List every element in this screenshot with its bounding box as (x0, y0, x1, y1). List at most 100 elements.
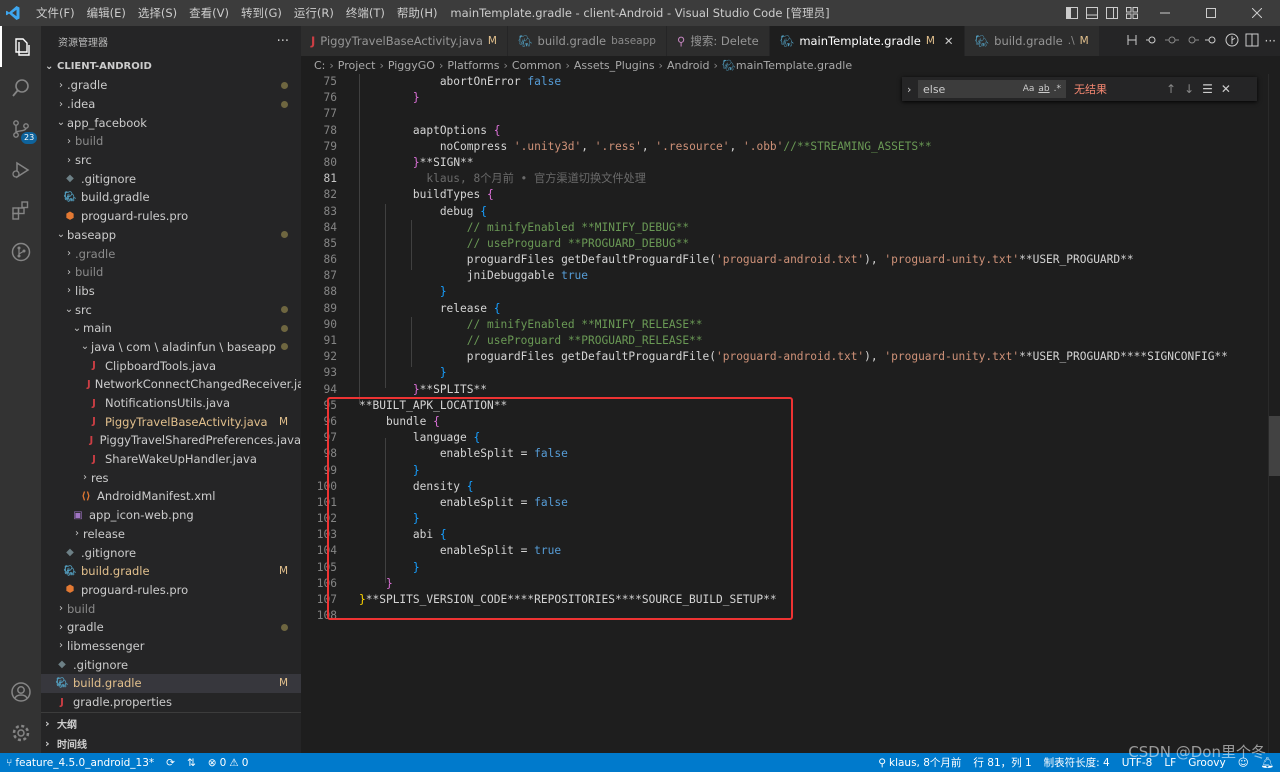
breadcrumb-item[interactable]: Platforms (447, 59, 499, 72)
file-item[interactable]: J PiggyTravelBaseActivity.java M (41, 412, 301, 431)
folder-item[interactable]: ⌄ baseapp (41, 226, 301, 245)
file-item[interactable]: ⟨⟩ AndroidManifest.xml (41, 487, 301, 506)
workspace-root[interactable]: ⌄ CLIENT-ANDROID (41, 56, 301, 76)
customize-layout-icon[interactable] (1122, 0, 1142, 26)
folder-item[interactable]: › gradle (41, 618, 301, 637)
scroll-thumb[interactable] (1269, 416, 1280, 476)
chevron-right-icon[interactable]: › (907, 83, 911, 96)
folder-item[interactable]: ⌄ src (41, 300, 301, 319)
whole-word-toggle[interactable]: ab (1038, 84, 1049, 94)
code-line[interactable]: 89 release { (301, 301, 1268, 317)
source-control-icon[interactable]: 23 (0, 108, 41, 149)
code-line[interactable]: 79 noCompress '.unity3d', '.ress', '.res… (301, 139, 1268, 155)
close-tab-icon[interactable]: ✕ (944, 34, 954, 48)
run-debug-icon[interactable] (0, 149, 41, 190)
settings-gear-icon[interactable] (0, 712, 41, 753)
file-item[interactable]: ▣ app_icon-web.png (41, 506, 301, 525)
file-item[interactable]: 🐘︎ build.gradle M (41, 562, 301, 581)
code-line[interactable]: 91 // useProguard **PROGUARD_RELEASE** (301, 333, 1268, 349)
folder-item[interactable]: › build (41, 263, 301, 282)
toggle-sidebar-icon[interactable] (1062, 0, 1082, 26)
breadcrumb-item[interactable]: Assets_Plugins (574, 59, 655, 72)
toggle-panel-icon[interactable] (1082, 0, 1102, 26)
menu-item[interactable]: 终端(T) (340, 0, 391, 26)
menu-item[interactable]: 帮助(H) (391, 0, 444, 26)
code-line[interactable]: 93 } (301, 365, 1268, 381)
breadcrumb-item[interactable]: mainTemplate.gradle (736, 59, 852, 72)
file-item[interactable]: 🐘︎ build.gradle (41, 188, 301, 207)
breadcrumb-item[interactable]: C: (314, 59, 325, 72)
code-line[interactable]: 92 proguardFiles getDefaultProguardFile(… (301, 349, 1268, 365)
file-item[interactable]: ⬢ proguard-rules.pro (41, 581, 301, 600)
find-input[interactable]: else Aa ab .* (918, 80, 1066, 98)
folder-item[interactable]: › build (41, 132, 301, 151)
more-actions-button[interactable]: ··· (277, 34, 289, 49)
git-graph-icon[interactable] (0, 231, 41, 272)
code-line[interactable]: 84 // minifyEnabled **MINIFY_DEBUG** (301, 220, 1268, 236)
file-item[interactable]: J NotificationsUtils.java (41, 394, 301, 413)
sync-icon[interactable]: ⟳ (160, 757, 181, 769)
branch-status[interactable]: ⑂ feature_4.5.0_android_13* (0, 757, 160, 769)
breadcrumb-item[interactable]: PiggyGO (388, 59, 435, 72)
cursor-position[interactable]: 行 81，列 1 (967, 755, 1037, 770)
file-item[interactable]: J NetworkConnectChangedReceiver.java (41, 375, 301, 394)
code-line[interactable]: 86 proguardFiles getDefaultProguardFile(… (301, 252, 1268, 268)
file-item[interactable]: J PiggyTravelSharedPreferences.java (41, 431, 301, 450)
file-item[interactable]: J ShareWakeUpHandler.java (41, 450, 301, 469)
regex-toggle[interactable]: .* (1054, 84, 1061, 94)
git-next-icon[interactable] (1185, 33, 1199, 50)
extensions-icon[interactable] (0, 190, 41, 231)
folder-item[interactable]: › .gradle (41, 244, 301, 263)
breadcrumb-item[interactable]: Common (512, 59, 562, 72)
tab-2[interactable]: ⚲ 搜索: Delete (666, 26, 770, 56)
file-item[interactable]: ◆ .gitignore (41, 543, 301, 562)
folder-item[interactable]: › build (41, 599, 301, 618)
file-item[interactable]: Jgradle.properties (41, 693, 301, 712)
code-line[interactable]: 80 }**SIGN** (301, 155, 1268, 171)
code-line[interactable]: 78 aaptOptions { (301, 123, 1268, 139)
code-line[interactable]: 82 buildTypes { (301, 187, 1268, 203)
file-item[interactable]: J ClipboardTools.java (41, 356, 301, 375)
outline-section[interactable]: › 大纲 (41, 713, 301, 733)
folder-item[interactable]: › res (41, 468, 301, 487)
menu-item[interactable]: 查看(V) (183, 0, 235, 26)
search-icon[interactable] (0, 67, 41, 108)
menu-item[interactable]: 转到(G) (235, 0, 288, 26)
code-line[interactable]: 81 klaus, 8个月前 • 官方渠道切换文件处理 (301, 171, 1268, 187)
menu-item[interactable]: 运行(R) (288, 0, 340, 26)
problems-status[interactable]: ⊗ 0 ⚠ 0 (202, 757, 255, 769)
file-item[interactable]: 🐘︎ build.gradle M (41, 674, 301, 693)
menu-item[interactable]: 选择(S) (132, 0, 183, 26)
folder-item[interactable]: ⌄ main (41, 319, 301, 338)
file-item[interactable]: ◆ .gitignore (41, 655, 301, 674)
find-in-selection-icon[interactable]: ☰ (1202, 82, 1213, 96)
editor-scrollbar[interactable] (1268, 74, 1280, 753)
publish-icon[interactable]: ⇅ (181, 757, 202, 769)
minimize-button[interactable] (1142, 0, 1188, 26)
code-line[interactable]: 83 debug { (301, 204, 1268, 220)
close-find-icon[interactable]: ✕ (1221, 82, 1231, 96)
account-icon[interactable] (0, 671, 41, 712)
folder-item[interactable]: ⌄ app_facebook (41, 113, 301, 132)
folder-item[interactable]: › libmessenger (41, 637, 301, 656)
code-line[interactable]: 87 jniDebuggable true (301, 268, 1268, 284)
folder-item[interactable]: › release (41, 525, 301, 544)
folder-item[interactable]: › .gradle (41, 76, 301, 95)
match-case-toggle[interactable]: Aa (1023, 84, 1035, 94)
tab-4[interactable]: 🐘︎ build.gradle .\ M (964, 26, 1100, 56)
menu-item[interactable]: 编辑(E) (81, 0, 132, 26)
git-commit-icon[interactable] (1164, 33, 1179, 50)
split-editor-icon[interactable] (1245, 33, 1259, 50)
code-line[interactable]: 88 } (301, 284, 1268, 300)
folder-item[interactable]: › src (41, 151, 301, 170)
code-line[interactable]: 77 (301, 106, 1268, 122)
previous-match-icon[interactable]: ↑ (1166, 82, 1176, 96)
more-icon[interactable]: ··· (1265, 34, 1276, 48)
maximize-button[interactable] (1188, 0, 1234, 26)
gitlens-icon[interactable] (1225, 33, 1239, 50)
code-line[interactable]: 90 // minifyEnabled **MINIFY_RELEASE** (301, 317, 1268, 333)
breadcrumb-item[interactable]: Android (667, 59, 710, 72)
timeline-section[interactable]: › 时间线 (41, 733, 301, 753)
tab-size[interactable]: 制表符长度: 4 (1038, 755, 1116, 770)
toggle-secondary-sidebar-icon[interactable] (1102, 0, 1122, 26)
